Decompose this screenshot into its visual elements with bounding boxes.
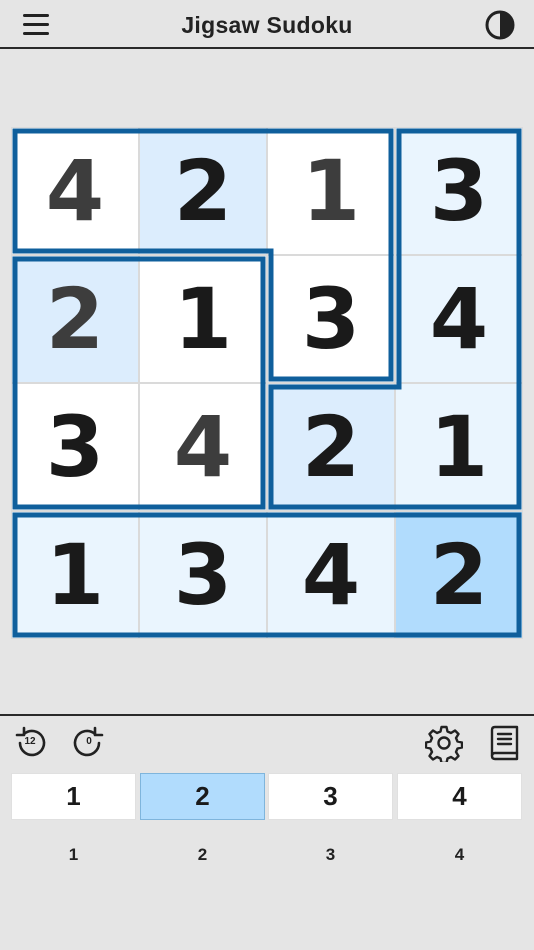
rules-button[interactable]	[485, 724, 523, 762]
number-key-2[interactable]: 2	[140, 773, 265, 820]
number-count-3: 3	[325, 845, 336, 864]
top-bar: Jigsaw Sudoku	[0, 0, 534, 49]
board-cell[interactable]: 3	[267, 255, 395, 383]
board-cell[interactable]: 1	[395, 383, 523, 511]
number-count-2: 2	[197, 845, 208, 864]
sudoku-board: 4213213434211342	[11, 127, 523, 639]
number-count-1: 1	[68, 845, 79, 864]
number-key-3[interactable]: 3	[268, 773, 393, 820]
number-keypad: 1 2 3 4	[11, 773, 523, 820]
number-count-4: 4	[454, 845, 465, 864]
number-key-1[interactable]: 1	[11, 773, 136, 820]
undo-button[interactable]: 12	[11, 724, 49, 762]
board-cell[interactable]: 2	[267, 383, 395, 511]
gear-icon	[424, 725, 464, 765]
board-cell[interactable]: 4	[139, 383, 267, 511]
redo-count: 0	[86, 736, 92, 747]
board-cell[interactable]: 3	[139, 511, 267, 639]
number-key-4[interactable]: 4	[397, 773, 522, 820]
board-cell[interactable]: 3	[11, 383, 139, 511]
board-cell[interactable]: 3	[395, 127, 523, 255]
board-cell[interactable]: 4	[395, 255, 523, 383]
contrast-icon[interactable]	[484, 9, 516, 41]
board-cell[interactable]: 1	[267, 127, 395, 255]
board-cell[interactable]: 1	[139, 255, 267, 383]
board-cell[interactable]: 1	[11, 511, 139, 639]
book-icon	[490, 725, 519, 761]
undo-count: 12	[24, 736, 36, 747]
board-cell[interactable]: 4	[267, 511, 395, 639]
board-cell[interactable]: 2	[139, 127, 267, 255]
toolbar-divider	[0, 714, 534, 716]
board-cell[interactable]: 4	[11, 127, 139, 255]
page-title: Jigsaw Sudoku	[181, 12, 353, 38]
board-cell[interactable]: 2	[395, 511, 523, 639]
board-cell[interactable]: 2	[11, 255, 139, 383]
number-counts: 1 2 3 4	[11, 845, 523, 869]
settings-button[interactable]	[424, 724, 464, 765]
redo-button[interactable]: 0	[70, 724, 108, 762]
